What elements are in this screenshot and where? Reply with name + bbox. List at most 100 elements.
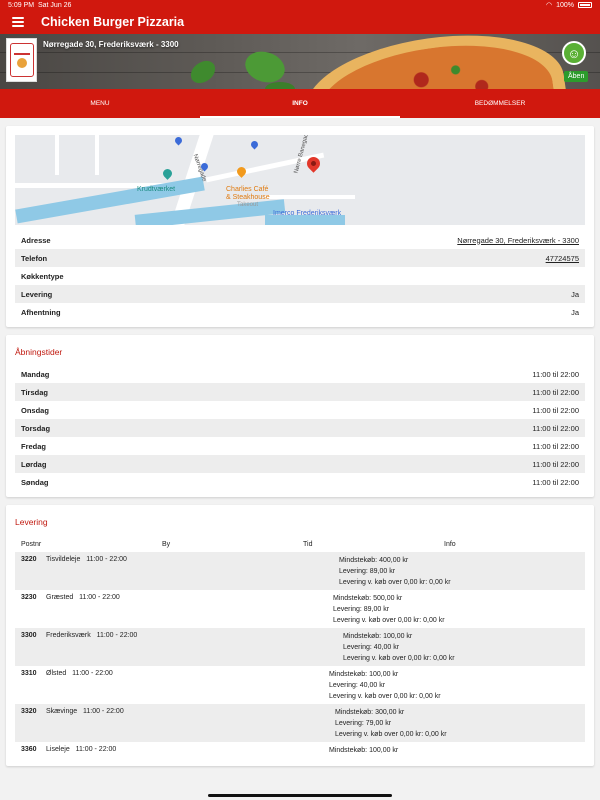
free-delivery-threshold: Levering v. køb over 0,00 kr: 0,00 kr [329,693,441,700]
delivery-time: 11:00 - 22:00 [75,746,117,753]
hours-value: 11:00 til 22:00 [532,405,579,415]
delivery-time: 11:00 - 22:00 [86,556,127,563]
hours-row: Lørdag 11:00 til 22:00 [15,455,585,473]
hours-value: 11:00 til 22:00 [532,369,579,379]
zip-code: 3220 [21,556,37,563]
tab-menu[interactable]: MENU [0,89,200,118]
delivery-time: 11:00 - 22:00 [79,594,120,601]
day-label: Tirsdag [21,387,48,397]
city-name: Liseleje [46,746,70,753]
free-delivery-threshold: Levering v. køb over 0,00 kr: 0,00 kr [333,617,445,624]
info-row-cuisine: Køkkentype [15,267,585,285]
wifi-icon: ◠ [545,2,553,9]
zip-code: 3300 [21,632,37,639]
opening-hours-list: Mandag 11:00 til 22:00 Tirsdag 11:00 til 2… [6,365,594,497]
menu-icon[interactable] [12,17,24,27]
delivery-area: Tisvildeleje 11:00 - 22:00 [46,556,339,586]
minimum-order: Mindstekøb: 500,00 kr [333,595,403,602]
tab-info[interactable]: INFO [200,89,400,118]
delivery-row: 3360 Liseleje 11:00 - 22:00 Mindstekøb: … [15,742,585,766]
delivery-time: 11:00 - 22:00 [96,632,138,639]
day-label: Mandag [21,369,50,379]
info-row-pickup: Afhentning Ja [15,303,585,321]
delivery-table: 3220 Tisvildeleje 11:00 - 22:00 Mindstek… [6,552,594,766]
column-header-info: Info [444,541,456,548]
app-title: Chicken Burger Pizzaria [41,15,185,29]
status-bar: 5:09 PM Sat Jun 26 ◠ 100% [0,0,600,10]
opening-hours-card: Åbningstider Mandag 11:00 til 22:00 Tirsd… [6,335,594,497]
day-label: Søndag [21,477,49,487]
day-label: Onsdag [21,405,49,415]
city-name: Skævinge [46,708,78,715]
restaurant-logo [6,38,37,82]
minimum-order: Mindstekøb: 100,00 kr [329,747,399,754]
zip-code: 3310 [21,670,37,677]
shop-icon[interactable] [173,135,184,146]
column-header-zip: Postnr [21,541,42,548]
map-label-charlies: Charlies Café [226,186,269,193]
basil-leaf-image [265,82,295,89]
tab-reviews[interactable]: BEDØMMELSER [400,89,600,118]
delivery-row: 3320 Skævinge 11:00 - 22:00 Mindstekøb: … [15,704,585,742]
delivery-info: Mindstekøb: 100,00 kr Levering: 40,00 kr L… [343,632,579,662]
status-time: 5:09 PM [8,1,35,9]
day-label: Fredag [21,441,47,451]
column-header-city: By [162,541,171,548]
delivery-area: Liseleje 11:00 - 22:00 [46,746,329,762]
delivery-title: Levering [15,517,48,527]
map-label-takeout: Takeout [237,202,259,208]
info-table: Adresse Nørregade 30, Frederiksværk - 33… [15,231,585,327]
hours-value: 11:00 til 22:00 [532,387,579,397]
status-date: Sat Jun 26 [37,1,72,9]
hours-value: 11:00 til 22:00 [532,477,579,487]
phone-link[interactable]: 47724575 [546,254,579,263]
zip-code: 3320 [21,708,37,715]
map-label-krudtvaerket: Krudtværket [137,186,176,193]
restaurant-hero: Nørregade 30, Frederiksværk - 3300 ☺ Åbe… [0,34,600,89]
hours-value: 11:00 til 22:00 [532,423,579,433]
info-label: Afhentning [21,307,61,317]
hours-row: Torsdag 11:00 til 22:00 [15,419,585,437]
museum-icon[interactable] [161,167,174,180]
hours-row: Fredag 11:00 til 22:00 [15,437,585,455]
tab-bar: MENU INFO BEDØMMELSER [0,89,600,118]
app-bar: Chicken Burger Pizzaria [0,10,600,34]
shop-icon[interactable] [249,139,260,150]
delivery-row: 3300 Frederiksværk 11:00 - 22:00 Mindste… [15,628,585,666]
delivery-fee: Levering: 79,00 kr [335,720,392,727]
free-delivery-threshold: Levering v. køb over 0,00 kr: 0,00 kr [339,579,451,586]
hours-row: Søndag 11:00 til 22:00 [15,473,585,491]
minimum-order: Mindstekøb: 400,00 kr [339,557,409,564]
city-name: Tisvildeleje [46,556,81,563]
delivery-fee: Levering: 89,00 kr [333,606,390,613]
info-row-delivery: Levering Ja [15,285,585,303]
delivery-fee: Levering: 40,00 kr [329,682,386,689]
free-delivery-threshold: Levering v. køb over 0,00 kr: 0,00 kr [343,655,455,662]
info-value: Ja [571,307,579,317]
delivery-info: Mindstekøb: 300,00 kr Levering: 79,00 kr L… [335,708,579,738]
address-link[interactable]: Nørregade 30, Frederiksværk - 3300 [457,236,579,245]
hours-row: Tirsdag 11:00 til 22:00 [15,383,585,401]
info-content[interactable]: Krudtværket Charlies Café & Steakhouse T… [0,118,600,800]
minimum-order: Mindstekøb: 300,00 kr [335,709,405,716]
delivery-row: 3230 Græsted 11:00 - 22:00 Mindstekøb: 5… [15,590,585,628]
delivery-fee: Levering: 89,00 kr [339,568,396,575]
city-name: Frederiksværk [46,632,91,639]
hours-value: 11:00 til 22:00 [532,459,579,469]
location-map[interactable]: Krudtværket Charlies Café & Steakhouse T… [15,135,585,225]
delivery-time: 11:00 - 22:00 [72,670,113,677]
delivery-table-header: Postnr By Tid Info [15,535,585,552]
delivery-info: Mindstekøb: 400,00 kr Levering: 89,00 kr L… [339,556,579,586]
hours-row: Onsdag 11:00 til 22:00 [15,401,585,419]
opening-hours-title: Åbningstider [15,347,63,357]
home-indicator[interactable] [208,794,392,797]
info-row-phone: Telefon 47724575 [15,249,585,267]
info-row-address: Adresse Nørregade 30, Frederiksværk - 33… [15,231,585,249]
info-label: Adresse [21,235,51,245]
smiley-rating-icon: ☺ [562,41,586,65]
delivery-info: Mindstekøb: 500,00 kr Levering: 89,00 kr L… [333,594,579,624]
delivery-fee: Levering: 40,00 kr [343,644,400,651]
pizza-image [298,34,572,89]
city-name: Ølsted [46,670,67,677]
delivery-info: Mindstekøb: 100,00 kr [329,746,579,762]
